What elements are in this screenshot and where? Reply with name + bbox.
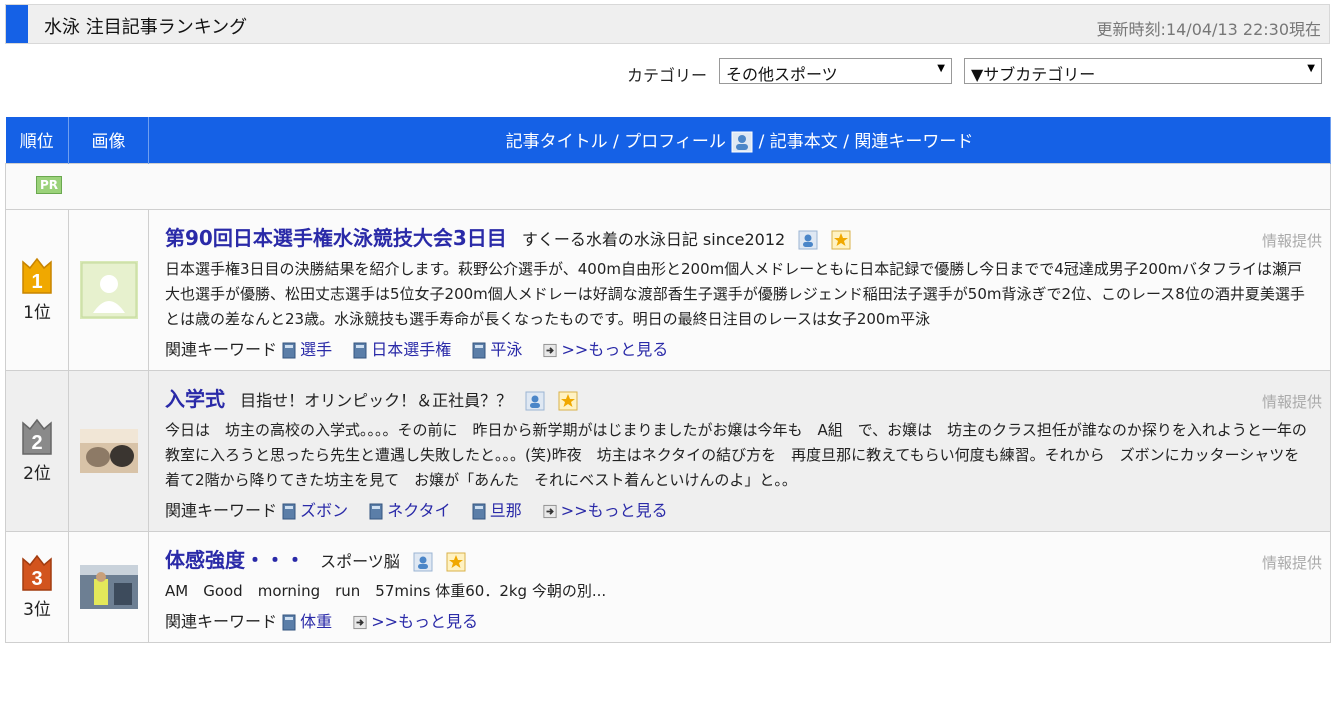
- pr-row: PR: [5, 162, 1331, 210]
- dropdown-arrow-icon: ▼: [937, 63, 945, 74]
- more-link[interactable]: >>もっと見る: [543, 340, 668, 359]
- book-icon: [472, 342, 486, 358]
- keywords-row: 関連キーワード ズボン ネクタイ 旦那 >>もっと見る: [165, 497, 1314, 521]
- col-main-header-2: / 記事本文 / 関連キーワード: [758, 131, 974, 152]
- thumbnail-image[interactable]: [79, 428, 138, 473]
- keywords-row: 関連キーワード 選手 日本選手権 平泳 >>もっと見る: [165, 336, 1314, 360]
- svg-text:1: 1: [31, 271, 42, 293]
- favorite-star-icon[interactable]: [558, 391, 578, 411]
- svg-text:3: 3: [31, 568, 42, 590]
- thumbnail-image[interactable]: [79, 260, 138, 319]
- table-header-row: 順位 画像 記事タイトル / プロフィール / 記事本文 / 関連キーワード: [5, 117, 1331, 163]
- favorite-star-icon[interactable]: [831, 230, 851, 250]
- entry-source[interactable]: スポーツ脳: [320, 552, 400, 571]
- entry-source[interactable]: 目指せ！オリンピック！＆正社員？？: [240, 391, 512, 410]
- provided-label: 情報提供: [1261, 553, 1322, 572]
- crown-rank-icon: 3: [22, 554, 52, 591]
- favorite-star-icon[interactable]: [446, 552, 466, 572]
- entry-title-link[interactable]: 入学式: [165, 387, 225, 411]
- keyword-link[interactable]: ズボン: [282, 501, 353, 520]
- provided-label: 情報提供: [1261, 392, 1322, 411]
- col-main-header: 記事タイトル / プロフィール / 記事本文 / 関連キーワード: [148, 117, 1331, 163]
- book-icon: [282, 503, 296, 519]
- keywords-label: 関連キーワード: [165, 500, 278, 520]
- entry-source[interactable]: すくーる水着の水泳日記 since2012: [522, 230, 785, 249]
- ranking-table: 順位 画像 記事タイトル / プロフィール / 記事本文 / 関連キーワード P…: [5, 117, 1331, 643]
- col-rank-header: 順位: [5, 117, 69, 163]
- profile-icon[interactable]: [413, 552, 433, 572]
- entry-title-link[interactable]: 第90回日本選手権水泳競技大会3日目: [165, 226, 507, 250]
- entry-body: AM Good morning run 57mins 体重60．2kg 今朝の別…: [165, 581, 607, 600]
- book-icon: [369, 503, 383, 519]
- table-row: 3 3位 体感強度・・・ スポーツ脳 情報提供 AM Good morning …: [5, 530, 1331, 643]
- svg-text:2: 2: [31, 432, 42, 454]
- updated-timestamp: 更新時刻:14/04/13 22:30現在: [1096, 20, 1321, 39]
- thumbnail-image[interactable]: [79, 564, 138, 609]
- table-row: 2 2位 入学式 目指せ！オリンピック！＆正社員？？ 情報提供 今日は 坊主の高…: [5, 369, 1331, 532]
- category-select-value: その他スポーツ: [726, 65, 838, 84]
- book-icon: [282, 614, 296, 630]
- page-header: 水泳 注目記事ランキング 更新時刻:14/04/13 22:30現在: [5, 4, 1330, 44]
- entry-content: 第90回日本選手権水泳競技大会3日目 すくーる水着の水泳日記 since2012…: [149, 210, 1330, 370]
- arrow-right-icon: [543, 504, 557, 518]
- profile-icon[interactable]: [525, 391, 545, 411]
- rank-label: 1位: [23, 303, 51, 323]
- provided-label: 情報提供: [1261, 231, 1322, 250]
- keywords-label: 関連キーワード: [165, 611, 278, 631]
- page-title: 水泳 注目記事ランキング: [44, 17, 248, 38]
- book-icon: [353, 342, 367, 358]
- book-icon: [282, 342, 296, 358]
- keyword-link[interactable]: 選手: [282, 340, 337, 359]
- entry-body: 日本選手権3日目の決勝結果を紹介します。萩野公介選手が、400m自由形と200m…: [165, 259, 1305, 328]
- keyword-link[interactable]: ネクタイ: [369, 501, 455, 520]
- header-accent-bar: [6, 5, 28, 43]
- entry-title-link[interactable]: 体感強度・・・: [165, 548, 305, 572]
- more-link[interactable]: >>もっと見る: [543, 501, 668, 520]
- filter-bar: カテゴリー その他スポーツ ▼ ▼サブカテゴリー ▼: [0, 58, 1337, 88]
- keywords-row: 関連キーワード 体重 >>もっと見る: [165, 608, 1314, 632]
- rank-label: 3位: [23, 600, 51, 620]
- keyword-link[interactable]: 平泳: [472, 340, 527, 359]
- keyword-link[interactable]: 日本選手権: [353, 340, 456, 359]
- col-main-header-1: 記事タイトル / プロフィール: [505, 131, 726, 152]
- table-row: 1 1位 第90回日本選手権水泳競技大会3日目 すくーる水着の水泳日記 sinc…: [5, 208, 1331, 371]
- rank-label: 2位: [23, 464, 51, 484]
- subcategory-select[interactable]: ▼サブカテゴリー ▼: [964, 58, 1322, 84]
- keyword-link[interactable]: 体重: [282, 612, 337, 631]
- arrow-right-icon: [353, 615, 367, 629]
- profile-icon[interactable]: [798, 230, 818, 250]
- subcategory-select-value: ▼サブカテゴリー: [971, 65, 1096, 84]
- entry-content: 体感強度・・・ スポーツ脳 情報提供 AM Good morning run 5…: [149, 532, 1330, 642]
- arrow-right-icon: [543, 343, 557, 357]
- keywords-label: 関連キーワード: [165, 339, 278, 359]
- dropdown-arrow-icon: ▼: [1307, 63, 1315, 74]
- keyword-link[interactable]: 旦那: [472, 501, 527, 520]
- category-label: カテゴリー: [627, 66, 708, 85]
- more-link[interactable]: >>もっと見る: [353, 612, 478, 631]
- pr-badge[interactable]: PR: [36, 175, 63, 194]
- crown-rank-icon: 1: [22, 257, 52, 294]
- entry-content: 入学式 目指せ！オリンピック！＆正社員？？ 情報提供 今日は 坊主の高校の入学式…: [149, 371, 1330, 531]
- entry-body: 今日は 坊主の高校の入学式。。。。その前に 昨日から新学期がはじまりましたがお嬢…: [165, 420, 1307, 489]
- book-icon: [472, 503, 486, 519]
- profile-icon: [731, 131, 753, 153]
- category-select[interactable]: その他スポーツ ▼: [719, 58, 952, 84]
- crown-rank-icon: 2: [22, 418, 52, 455]
- col-image-header: 画像: [68, 117, 149, 163]
